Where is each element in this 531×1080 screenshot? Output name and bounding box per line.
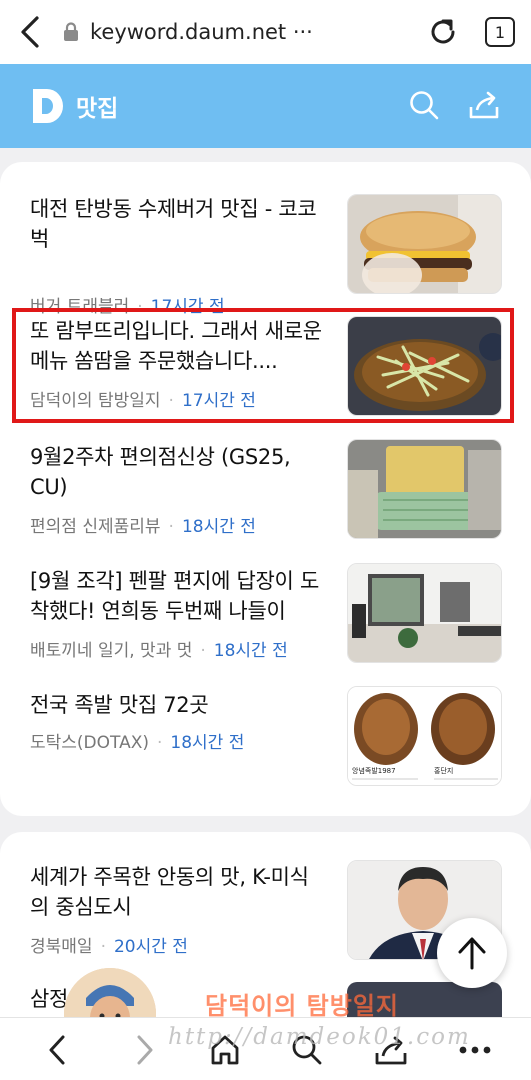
highlight-annotation-box bbox=[12, 308, 514, 423]
article-thumbnail-burger bbox=[347, 194, 502, 294]
forward-arrow-icon bbox=[137, 1035, 153, 1065]
watermark-name: 담덕이의 탐방일지 bbox=[205, 992, 399, 1020]
header-share-button[interactable] bbox=[464, 85, 504, 125]
daum-header: 맛집 bbox=[0, 64, 531, 148]
article-time: 18시간 전 bbox=[213, 641, 288, 661]
article-title: 대전 탄방동 수제버거 맛집 - 코코벅 bbox=[30, 197, 317, 251]
article-thumbnail-jokbal: 앙념족발1987 홍단지 bbox=[347, 686, 502, 786]
lock-icon bbox=[60, 21, 82, 43]
article-list-card: 대전 탄방동 수제버거 맛집 - 코코벅 버거 트래블러 · 17시간 전 또 람부… bbox=[0, 162, 531, 816]
article-title: 전국 족발 맛집 72곳 bbox=[30, 693, 209, 717]
tabs-button[interactable]: 1 bbox=[469, 0, 531, 64]
back-arrow-icon bbox=[21, 16, 39, 48]
url-text: keyword.daum.net ··· bbox=[90, 20, 313, 44]
article-source: 경북매일 bbox=[30, 937, 93, 957]
article-source: 도탁스(DOTAX) bbox=[30, 733, 149, 753]
article-thumbnail-convenience-store bbox=[347, 439, 502, 539]
daum-logo[interactable] bbox=[30, 86, 66, 126]
share-icon bbox=[469, 91, 499, 119]
jokbal-thumb-label-1: 앙념족발1987 bbox=[352, 766, 396, 775]
article-title: 9월2주차 편의점신상 (GS25, CU) bbox=[30, 445, 291, 499]
search-icon bbox=[410, 91, 439, 120]
back-arrow-icon bbox=[49, 1035, 65, 1065]
browser-toolbar: keyword.daum.net ··· 1 bbox=[0, 0, 531, 64]
browser-back-button[interactable] bbox=[0, 0, 60, 64]
article-time: 20시간 전 bbox=[113, 937, 188, 957]
article-title: [9월 조각] 펜팔 편지에 답장이 도착했다! 연희동 두번째 나들이 bbox=[30, 569, 319, 623]
reload-icon bbox=[431, 19, 455, 44]
page-title: 맛집 bbox=[76, 96, 119, 122]
article-meta: 도탁스(DOTAX) · 18시간 전 bbox=[30, 733, 245, 753]
article-thumbnail-cafe bbox=[347, 563, 502, 663]
article-meta: 편의점 신제품리뷰 · 18시간 전 bbox=[30, 517, 256, 537]
address-bar[interactable]: keyword.daum.net ··· bbox=[60, 0, 417, 64]
arrow-up-icon bbox=[458, 937, 486, 970]
article-item[interactable]: [9월 조각] 펜팔 편지에 답장이 도착했다! 연희동 두번째 나들이 배토끼… bbox=[0, 563, 531, 690]
scroll-top-button[interactable] bbox=[437, 918, 507, 988]
article-item[interactable]: 전국 족발 맛집 72곳 도탁스(DOTAX) · 18시간 전 앙념족발1987 … bbox=[0, 686, 531, 814]
article-time: 18시간 전 bbox=[170, 733, 245, 753]
article-item[interactable]: 대전 탄방동 수제버거 맛집 - 코코벅 버거 트래블러 · 17시간 전 bbox=[0, 194, 531, 318]
nav-back-button[interactable] bbox=[32, 1026, 82, 1074]
article-meta: 경북매일 · 20시간 전 bbox=[30, 937, 188, 957]
tab-count: 1 bbox=[485, 17, 515, 47]
article-source: 편의점 신제품리뷰 bbox=[30, 517, 161, 537]
article-title: 세계가 주목한 안동의 맛, K-미식의 중심도시 bbox=[30, 865, 309, 919]
article-source: 배토끼네 일기, 맛과 멋 bbox=[30, 641, 193, 661]
daum-d-logo-icon bbox=[33, 89, 63, 123]
header-search-button[interactable] bbox=[404, 85, 444, 125]
nav-forward-button[interactable] bbox=[120, 1026, 170, 1074]
article-time: 18시간 전 bbox=[181, 517, 256, 537]
reload-button[interactable] bbox=[417, 0, 469, 64]
jokbal-thumb-label-2: 홍단지 bbox=[434, 766, 453, 775]
watermark-url: http://damdeok01.com bbox=[168, 1024, 471, 1050]
article-meta: 배토끼네 일기, 맛과 멋 · 18시간 전 bbox=[30, 641, 288, 661]
article-item[interactable]: 9월2주차 편의점신상 (GS25, CU) 편의점 신제품리뷰 · 18시간 전 bbox=[0, 439, 531, 566]
